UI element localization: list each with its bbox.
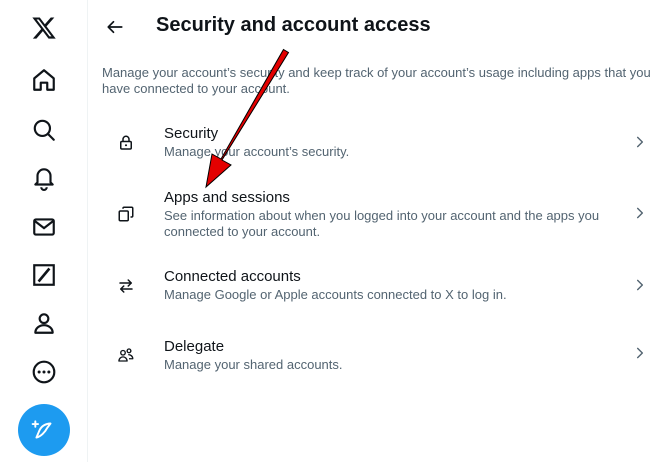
chevron-right-icon <box>633 346 647 360</box>
x-logo-icon[interactable] <box>19 6 69 50</box>
left-nav-rail <box>0 0 88 462</box>
settings-row-title: Security <box>164 125 219 142</box>
home-icon[interactable] <box>19 58 69 102</box>
lock-icon <box>116 133 136 153</box>
settings-row-subtitle: Manage Google or Apple accounts connecte… <box>164 287 507 302</box>
settings-row-subtitle: Manage your account’s security. <box>164 144 350 159</box>
more-icon[interactable] <box>19 350 69 394</box>
settings-main: Security and account access Manage your … <box>88 0 665 462</box>
messages-icon[interactable] <box>19 205 69 249</box>
settings-row-security[interactable]: Security Manage your account’s security. <box>88 125 665 161</box>
settings-row-delegate[interactable]: Delegate Manage your shared accounts. <box>88 338 665 374</box>
grok-icon[interactable] <box>19 253 69 297</box>
profile-icon[interactable] <box>19 301 69 345</box>
arrows-swap-icon <box>116 276 136 296</box>
back-button[interactable] <box>100 12 130 42</box>
settings-row-title: Apps and sessions <box>164 189 290 206</box>
settings-row-apps-and-sessions[interactable]: Apps and sessions See information about … <box>88 189 665 241</box>
page-description: Manage your account’s security and keep … <box>102 65 651 96</box>
compose-post-button[interactable] <box>18 404 70 456</box>
page-header: Security and account access <box>88 0 665 54</box>
compose-post-icon <box>31 420 52 439</box>
arrow-left-icon <box>107 20 123 34</box>
chevron-right-icon <box>633 278 647 292</box>
page-title: Security and account access <box>156 14 431 36</box>
settings-row-title: Connected accounts <box>164 268 301 285</box>
app-window: Security and account access Manage your … <box>0 0 665 462</box>
settings-row-title: Delegate <box>164 338 225 355</box>
search-icon[interactable] <box>19 108 69 152</box>
settings-row-subtitle: See information about when you logged in… <box>164 208 600 239</box>
apps-icon <box>116 204 136 224</box>
chevron-right-icon <box>633 206 647 220</box>
people-icon <box>116 345 136 365</box>
settings-row-subtitle: Manage your shared accounts. <box>164 357 343 372</box>
notifications-icon[interactable] <box>19 156 69 200</box>
settings-row-connected-accounts[interactable]: Connected accounts Manage Google or Appl… <box>88 268 665 304</box>
chevron-right-icon <box>633 135 647 149</box>
